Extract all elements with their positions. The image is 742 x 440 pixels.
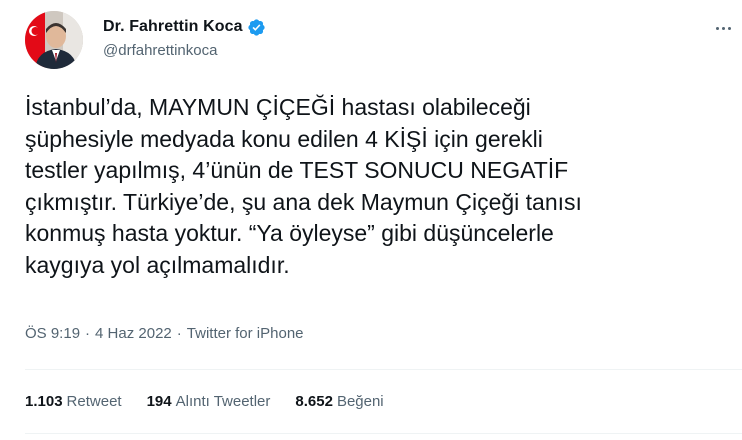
tweet-source[interactable]: Twitter for iPhone <box>187 325 304 342</box>
meta-separator: · <box>176 325 182 342</box>
like-count: 8.652 <box>295 393 333 410</box>
tweet-card: Dr. Fahrettin Koca @drfahrettinkoca İsta… <box>0 0 742 440</box>
tweet-stats: 1.103 Retweet 194 Alıntı Tweetler 8.652 … <box>25 393 409 410</box>
tweet-time[interactable]: ÖS 9:19 <box>25 325 80 342</box>
retweet-stat[interactable]: 1.103 Retweet <box>25 393 122 410</box>
like-stat[interactable]: 8.652 Beğeni <box>295 393 383 410</box>
like-label: Beğeni <box>336 393 384 410</box>
quote-label: Alıntı Tweetler <box>175 393 271 410</box>
more-options-button[interactable] <box>710 18 736 38</box>
more-dot-icon <box>727 26 731 30</box>
tweet-date[interactable]: 4 Haz 2022 <box>95 325 172 342</box>
divider <box>25 369 742 370</box>
quote-count: 194 <box>146 393 172 410</box>
more-dot-icon <box>721 26 725 30</box>
tweet-meta: ÖS 9:19 · 4 Haz 2022 · Twitter for iPhon… <box>25 325 304 342</box>
tweet-text: İstanbul’da, MAYMUN ÇİÇEĞİ hastası olabi… <box>25 94 582 278</box>
verified-badge-icon <box>247 18 266 37</box>
more-dot-icon <box>715 26 719 30</box>
author-block: Dr. Fahrettin Koca @drfahrettinkoca <box>103 16 266 59</box>
quote-stat[interactable]: 194 Alıntı Tweetler <box>147 393 271 410</box>
author-display-name[interactable]: Dr. Fahrettin Koca <box>103 18 243 36</box>
avatar[interactable] <box>25 11 83 69</box>
retweet-label: Retweet <box>66 393 122 410</box>
divider <box>25 433 742 434</box>
retweet-count: 1.103 <box>25 393 63 410</box>
author-handle[interactable]: @drfahrettinkoca <box>103 42 266 59</box>
avatar-image <box>25 11 83 69</box>
meta-separator: · <box>85 325 91 342</box>
